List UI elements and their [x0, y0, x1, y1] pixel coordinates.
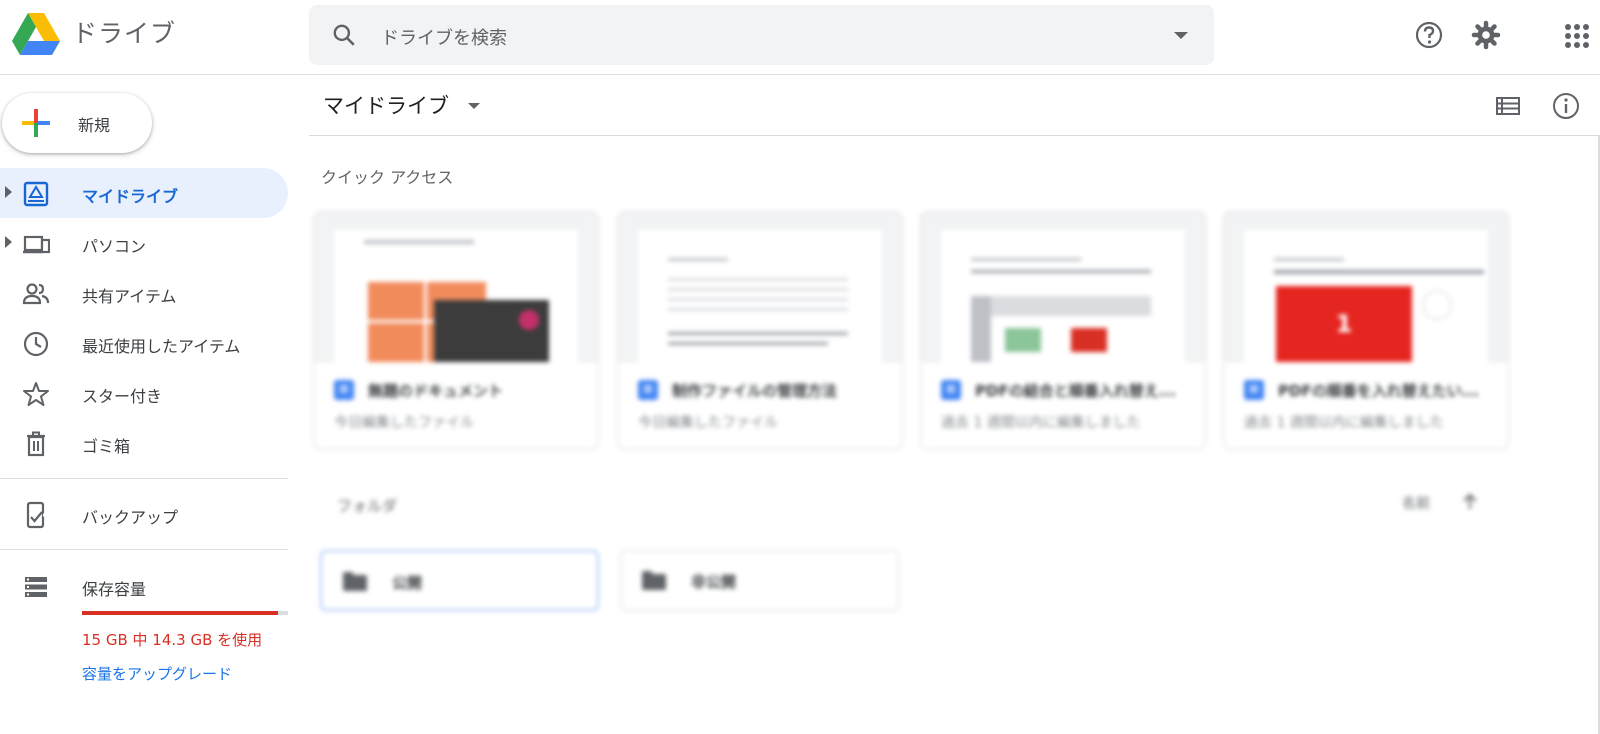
- sidebar-item-computers[interactable]: パソコン: [0, 218, 288, 268]
- apps-grid-icon[interactable]: [1562, 19, 1592, 51]
- trash-icon: [27, 431, 45, 457]
- sidebar-item-recent[interactable]: 最近使用したアイテム: [0, 318, 288, 368]
- file-thumbnail: [314, 212, 598, 362]
- star-icon: [23, 382, 49, 406]
- quick-access-card[interactable]: ≡ PDFの結合と順番入れ替え... 過去 1 週間以内に編集しました: [920, 211, 1206, 450]
- google-docs-icon: ≡: [1244, 380, 1264, 400]
- sidebar-divider: [0, 549, 288, 550]
- app-name: ドライブ: [72, 19, 177, 48]
- sidebar-item-label: スター付き: [82, 387, 163, 406]
- search-input[interactable]: ドライブを検索: [381, 24, 507, 50]
- file-thumbnail: 1: [1224, 212, 1508, 362]
- quick-access-card[interactable]: ≡ 制作ファイルの管理方法 今日編集したファイル: [617, 211, 903, 450]
- expand-arrow-icon[interactable]: [5, 236, 12, 248]
- thumbnail-badge: 1: [1276, 286, 1412, 362]
- quick-access-card[interactable]: 1 ≡ PDFの順番を入れ替えたい... 過去 1 週間以内に編集しました: [1223, 211, 1509, 450]
- shared-people-icon: [22, 283, 50, 305]
- google-docs-icon: ≡: [941, 380, 961, 400]
- folder-name: 公開: [392, 574, 423, 592]
- search-options-icon[interactable]: [1174, 32, 1188, 39]
- page-title[interactable]: マイドライブ: [323, 90, 449, 120]
- file-name: 無題のドキュメント: [368, 382, 504, 400]
- folder-item[interactable]: 非公開: [620, 550, 899, 611]
- quick-access-heading: クイック アクセス: [321, 168, 454, 187]
- sidebar-item-label: パソコン: [82, 237, 147, 256]
- file-thumbnail: [618, 212, 902, 362]
- new-button-label: 新規: [78, 116, 111, 135]
- sort-direction-arrow-icon[interactable]: [1462, 492, 1478, 510]
- thumbnail-page: [638, 230, 882, 362]
- storage-usage-text: 15 GB 中 14.3 GB を使用: [82, 631, 263, 649]
- file-activity: 今日編集したファイル: [638, 415, 778, 431]
- search-icon[interactable]: [331, 22, 357, 48]
- sidebar-item-shared[interactable]: 共有アイテム: [0, 268, 288, 318]
- sidebar-item-backup[interactable]: バックアップ: [0, 489, 288, 539]
- sidebar-item-storage[interactable]: 保存容量: [0, 561, 288, 611]
- drive-logo-icon[interactable]: [12, 13, 60, 55]
- thumbnail-page: [334, 230, 578, 362]
- quick-access-card[interactable]: ≡ 無題のドキュメント 今日編集したファイル: [313, 211, 599, 450]
- sidebar-divider: [0, 478, 288, 479]
- plus-icon: [22, 109, 50, 137]
- sidebar-item-label: 保存容量: [82, 580, 147, 599]
- file-activity: 過去 1 週間以内に編集しました: [1244, 415, 1444, 431]
- sidebar-item-label: ゴミ箱: [82, 437, 131, 456]
- folders-heading: フォルダ: [337, 497, 398, 515]
- info-icon[interactable]: [1551, 91, 1581, 121]
- google-docs-icon: ≡: [638, 380, 658, 400]
- settings-icon[interactable]: [1470, 19, 1502, 51]
- folder-item[interactable]: 公開: [320, 550, 599, 611]
- file-thumbnail: [921, 212, 1205, 362]
- new-button[interactable]: 新規: [2, 93, 152, 153]
- sidebar-item-trash[interactable]: ゴミ箱: [0, 418, 288, 468]
- upgrade-storage-link[interactable]: 容量をアップグレード: [82, 663, 232, 684]
- thumbnail-page: [941, 230, 1185, 362]
- folder-icon: [642, 571, 666, 590]
- title-dropdown-icon[interactable]: [468, 103, 480, 109]
- thumbnail-page: 1: [1244, 230, 1488, 362]
- search-box[interactable]: ドライブを検索: [309, 5, 1214, 65]
- sidebar-item-label: 共有アイテム: [82, 287, 177, 306]
- expand-arrow-icon[interactable]: [5, 186, 12, 198]
- sidebar-item-label: バックアップ: [82, 508, 179, 527]
- computers-icon: [23, 235, 50, 254]
- storage-usage-fill: [82, 611, 279, 615]
- file-activity: 今日編集したファイル: [334, 415, 474, 431]
- sidebar-item-label: 最近使用したアイテム: [82, 337, 241, 356]
- google-docs-icon: ≡: [334, 380, 354, 400]
- top-bar: ドライブ ドライブを検索: [0, 0, 1600, 75]
- file-name: PDFの順番を入れ替えたい...: [1278, 382, 1479, 400]
- my-drive-icon: [23, 181, 49, 207]
- storage-usage-bar: [82, 611, 288, 615]
- backup-icon: [26, 501, 47, 529]
- list-view-icon[interactable]: [1493, 91, 1523, 121]
- folder-icon: [343, 572, 367, 591]
- storage-icon: [25, 577, 47, 597]
- sort-by-button[interactable]: 名前: [1402, 493, 1430, 513]
- help-icon[interactable]: [1413, 19, 1445, 51]
- folder-name: 非公開: [691, 573, 737, 591]
- sidebar-item-my-drive[interactable]: マイドライブ: [0, 168, 288, 218]
- file-name: 制作ファイルの管理方法: [672, 382, 838, 400]
- sidebar-item-starred[interactable]: スター付き: [0, 368, 288, 418]
- file-activity: 過去 1 週間以内に編集しました: [941, 415, 1141, 431]
- file-name: PDFの結合と順番入れ替え...: [975, 382, 1176, 400]
- main-toolbar: マイドライブ: [309, 75, 1600, 136]
- clock-icon: [23, 331, 49, 357]
- sidebar-item-label: マイドライブ: [82, 187, 179, 206]
